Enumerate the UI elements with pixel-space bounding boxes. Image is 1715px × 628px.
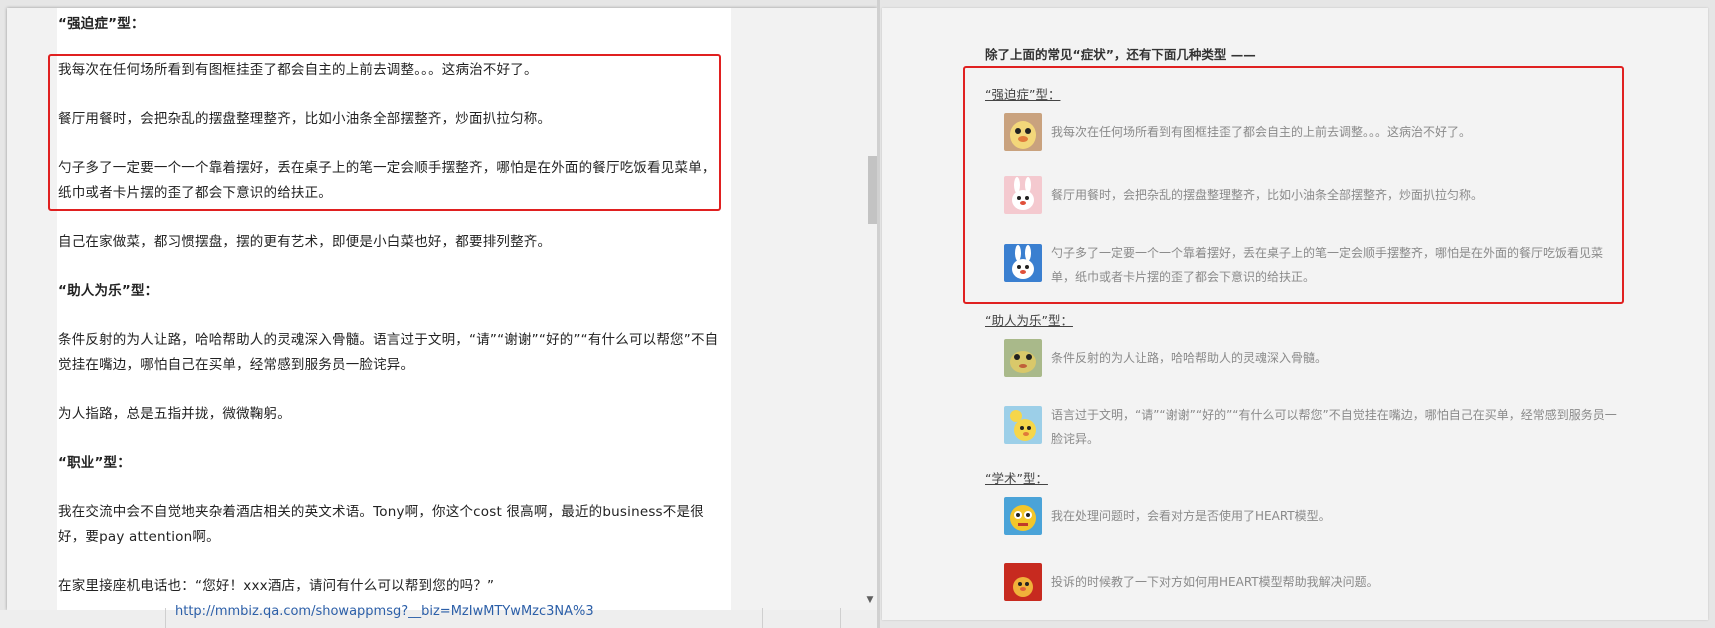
scroll-down-arrow-icon[interactable]: ▼: [864, 594, 876, 606]
vertical-scrollbar[interactable]: [862, 8, 877, 610]
document-link[interactable]: http://mmbiz.qa.com/showappmsg?__biz=MzI…: [175, 604, 594, 619]
scrollbar-thumb[interactable]: [868, 156, 877, 224]
duck-flower-avatar-icon: [1004, 406, 1042, 444]
yellow-cat-avatar-icon: [1004, 497, 1042, 535]
section-heading-helpful: “助人为乐”型：: [985, 313, 1073, 328]
paragraph: 在家里接座机电话也：“您好！xxx酒店，请问有什么可以帮到您的吗？”: [58, 578, 495, 594]
article-intro: 除了上面的常见“症状”，还有下面几种类型 ——: [985, 47, 1256, 62]
list-item-text: 条件反射的为人让路，哈哈帮助人的灵魂深入骨髓。: [1051, 351, 1328, 365]
red-bird-avatar-icon: [1004, 563, 1042, 601]
section-heading-academic: “学术”型：: [985, 471, 1048, 486]
paragraph: 自己在家做菜，都习惯摆盘，摆的更有艺术，即便是小白菜也好，都要排列整齐。: [58, 234, 552, 250]
divider: [165, 608, 166, 628]
paragraph: 我在交流中会不自觉地夹杂着酒店相关的英文术语。Tony啊，你这个cost 很高啊…: [58, 504, 704, 545]
paragraph-heading-career: “职业”型：: [58, 455, 131, 471]
divider: [840, 608, 841, 628]
window-divider: [877, 0, 880, 628]
paragraph-heading-ocd: “强迫症”型：: [58, 16, 145, 32]
list-item-text: 语言过于文明，“请”“谢谢”“好的”“有什么可以帮您”不自觉挂在嘴边，哪怕自己在…: [1051, 408, 1617, 446]
list-item-text: 投诉的时候教了一下对方如何用HEART模型帮助我解决问题。: [1051, 575, 1379, 589]
paragraph: 条件反射的为人让路，哈哈帮助人的灵魂深入骨髓。语言过于文明，“请”“谢谢”“好的…: [58, 332, 719, 373]
left-highlight-box: [48, 54, 721, 211]
right-highlight-box: [963, 66, 1624, 304]
list-item-text: 我在处理问题时，会看对方是否使用了HEART模型。: [1051, 509, 1331, 523]
paragraph-heading-helpful: “助人为乐”型：: [58, 283, 159, 299]
frog-avatar-icon: [1004, 339, 1042, 377]
divider: [762, 608, 763, 628]
paragraph: 为人指路，总是五指并拢，微微鞠躬。: [58, 406, 291, 422]
